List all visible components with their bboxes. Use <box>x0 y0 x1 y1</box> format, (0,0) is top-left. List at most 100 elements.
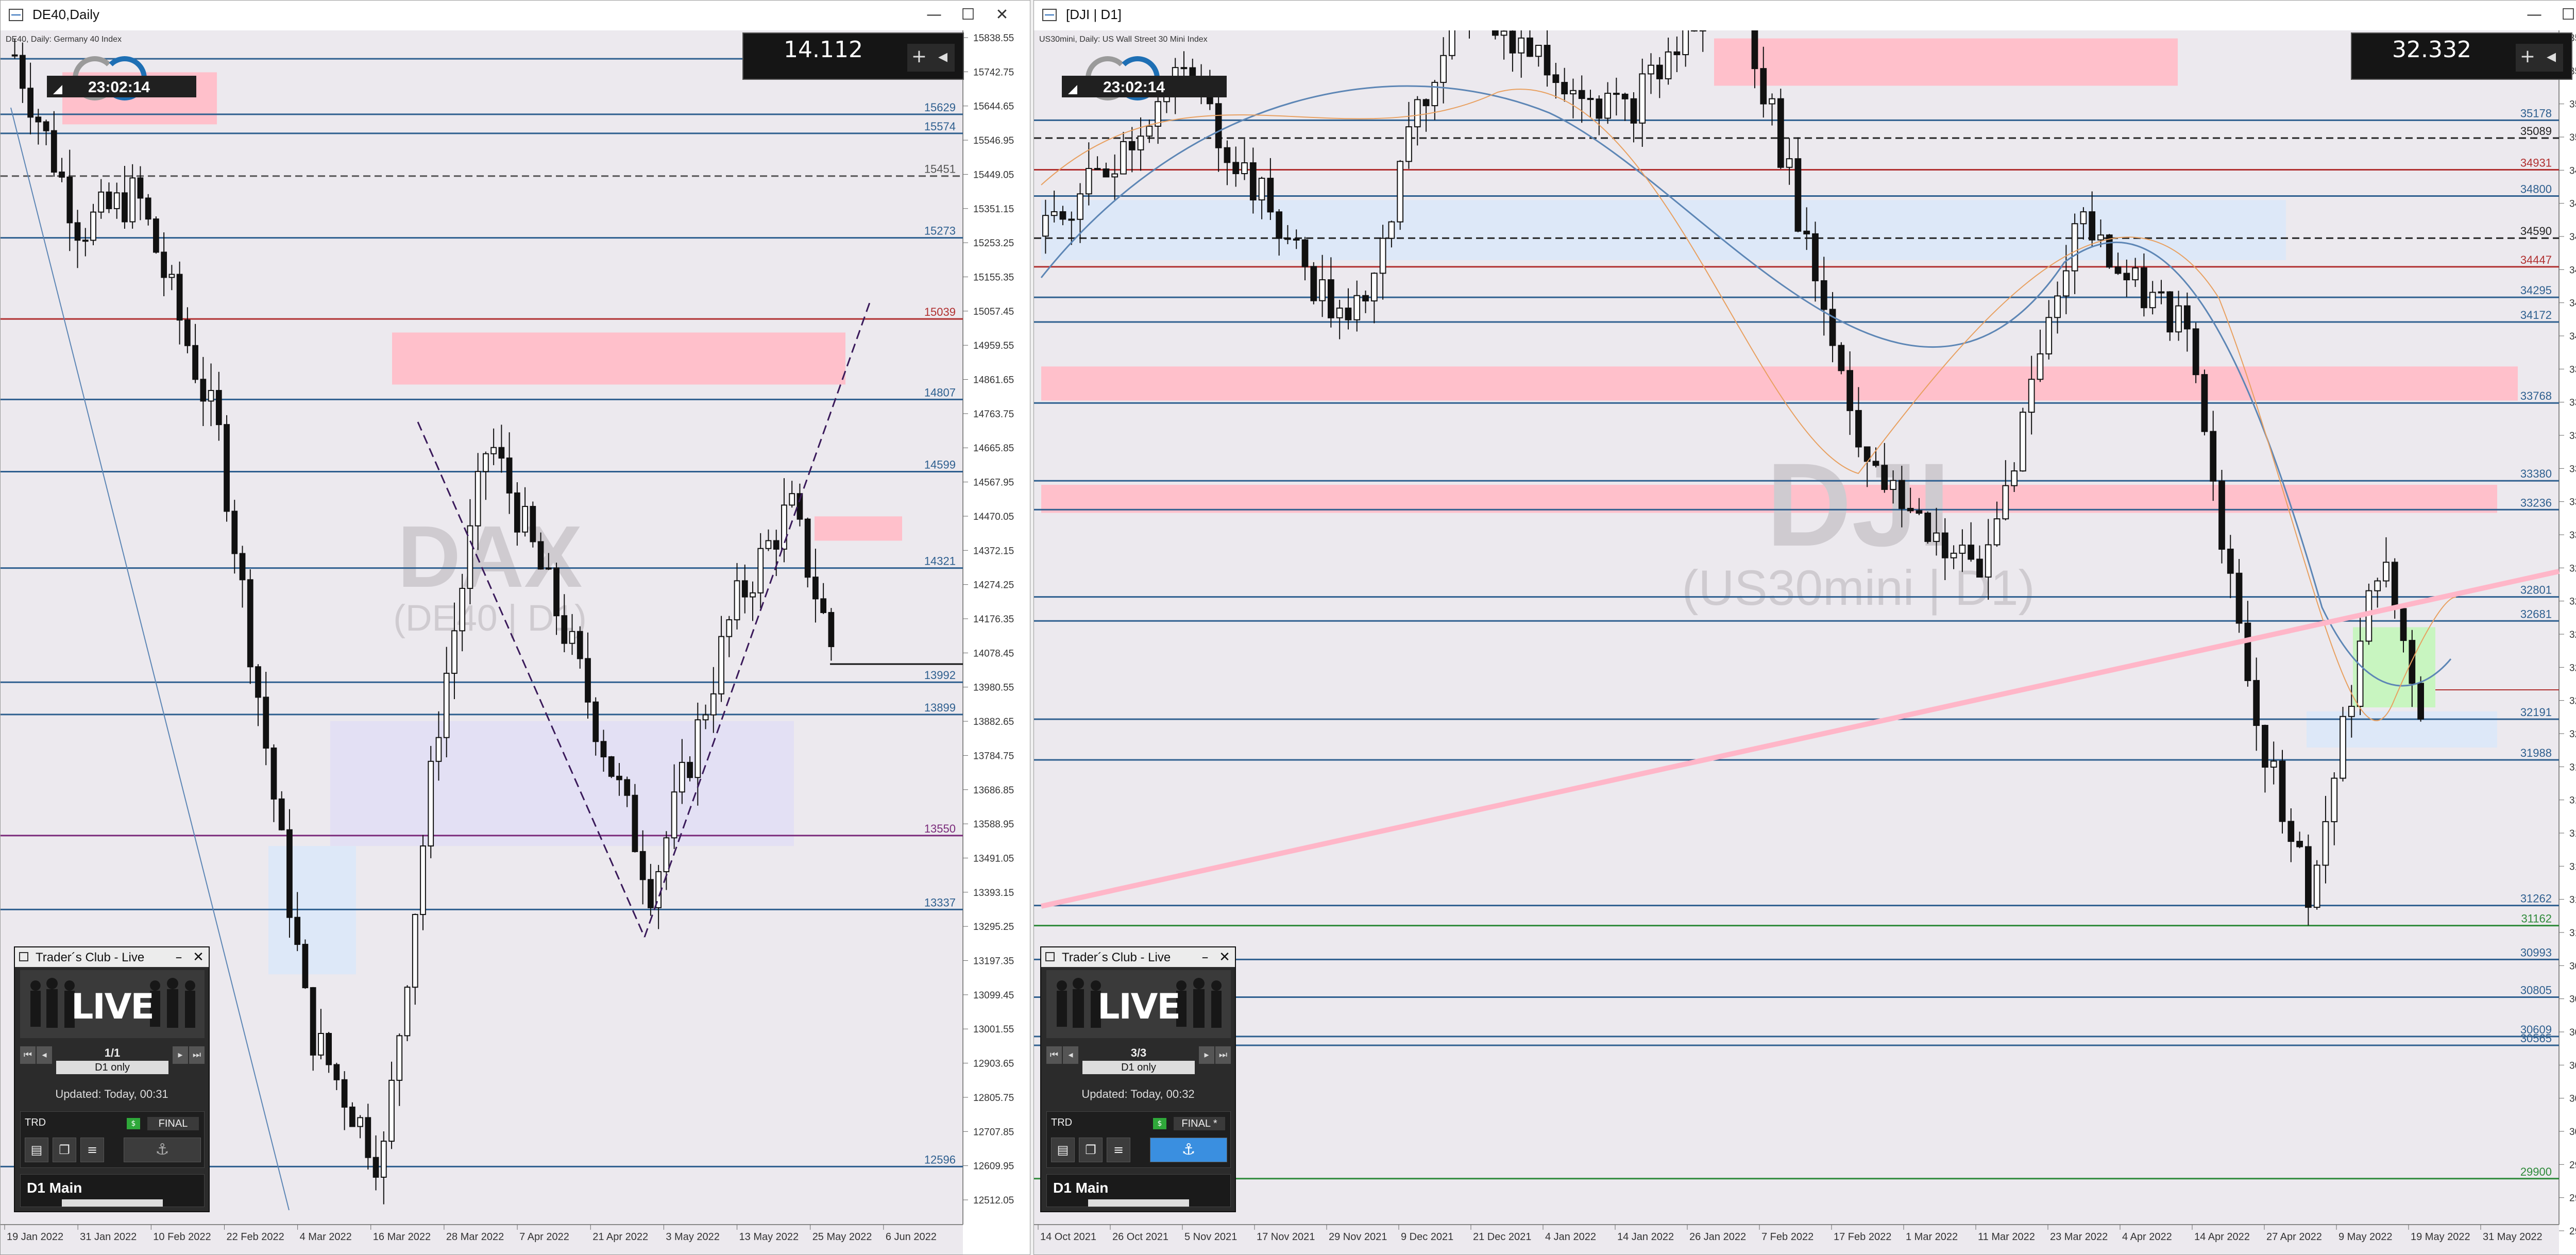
right-chart-area[interactable]: DJI (US30mini | D1) US30mini, Daily: US Wa… <box>1034 30 2576 1255</box>
panel-close-button[interactable]: ✕ <box>189 948 208 966</box>
candle-body <box>828 612 835 648</box>
filter-select[interactable]: D1 only <box>1082 1061 1195 1074</box>
candle-body <box>1527 37 1533 57</box>
date-axis-label: 10 Feb 2022 <box>153 1231 211 1243</box>
candle-body <box>2262 725 2268 768</box>
maximize-button[interactable]: ☐ <box>952 4 985 26</box>
price-axis-label: 14078.45 <box>973 648 1014 659</box>
last-page-button[interactable]: ⏭ <box>189 1046 205 1064</box>
filter-select[interactable]: D1 only <box>56 1061 168 1074</box>
left-counter-plus-button[interactable]: + <box>907 44 931 72</box>
date-axis-label: 21 Dec 2021 <box>1473 1231 1531 1243</box>
section-title: D1 Main <box>1053 1180 1109 1196</box>
candle-body <box>2071 223 2078 272</box>
level-label-32681: 32681 <box>2520 607 2552 620</box>
page-count: 3/3 <box>1130 1046 1147 1059</box>
candle-body <box>2158 291 2165 294</box>
candle-body <box>2011 470 2018 486</box>
candle-body <box>1760 68 1767 105</box>
candle-body <box>648 879 654 908</box>
date-axis-label: 25 May 2022 <box>812 1231 872 1243</box>
candle-body <box>820 598 827 613</box>
candle-body <box>2304 846 2312 908</box>
date-axis-label: 4 Mar 2022 <box>300 1231 352 1243</box>
section-header[interactable]: D1 Main <box>1046 1174 1231 1207</box>
document-icon[interactable]: ▤ <box>25 1138 48 1162</box>
right-traders-club-panel[interactable]: Trader´s Club - Live – ✕ LIVE ⏮ ◂ 3/3 D1 <box>1040 946 1236 1212</box>
left-chart-window[interactable]: DE40,Daily — ☐ ✕ DAX (DE40 | D1) DE40, Dai… <box>0 0 1030 1255</box>
candle-body <box>765 540 772 549</box>
panel-titlebar[interactable]: Trader´s Club - Live – ✕ <box>15 947 209 967</box>
candle-body <box>1552 74 1560 83</box>
next-page-button[interactable]: ▸ <box>173 1046 188 1064</box>
candle-body <box>1050 211 1058 216</box>
price-axis-label: 12903.65 <box>973 1059 1014 1070</box>
first-page-button[interactable]: ⏮ <box>20 1046 36 1064</box>
last-page-button[interactable]: ⏭ <box>1215 1046 1231 1064</box>
windows-icon[interactable]: ❐ <box>53 1138 76 1162</box>
price-axis-label: 15546.95 <box>973 135 1014 146</box>
candle-body <box>2331 777 2338 822</box>
candle-body <box>1500 30 1507 36</box>
level-label-13992: 13992 <box>924 669 956 682</box>
candle-body <box>1068 218 1075 221</box>
zone-3 <box>330 721 794 846</box>
candle-body <box>1180 67 1188 70</box>
price-axis-label: 15253.25 <box>973 238 1014 249</box>
candle-body <box>1803 230 1810 234</box>
right-counter-arrow-button[interactable]: ◂ <box>2539 44 2563 72</box>
dji-chart[interactable]: DJI(US30mini | D1)US30mini, Daily: US Wa… <box>1034 30 2576 1255</box>
anchor-icon[interactable]: ⚓ <box>1150 1138 1227 1162</box>
prev-page-button[interactable]: ◂ <box>37 1046 52 1064</box>
candle-body <box>2210 431 2217 482</box>
right-chart-window[interactable]: [DJI | D1] — ☐ ✕ DJI(US30mini | D1)US30m… <box>1033 0 2576 1255</box>
candle-body <box>679 761 685 793</box>
prev-page-button[interactable]: ◂ <box>1063 1046 1078 1064</box>
candle-body <box>2141 267 2147 309</box>
first-page-button[interactable]: ⏮ <box>1046 1046 1062 1064</box>
candle-body <box>639 851 646 880</box>
section-header[interactable]: D1 Main <box>20 1174 205 1207</box>
left-counter-arrow-button[interactable]: ◂ <box>931 44 955 72</box>
minimize-button[interactable]: — <box>2518 4 2551 26</box>
candle-body <box>1120 141 1127 175</box>
candle-body <box>741 580 748 598</box>
candle-body <box>577 631 583 659</box>
candle-body <box>1146 125 1153 137</box>
database-icon[interactable]: ≡ <box>80 1138 104 1162</box>
minimize-button[interactable]: — <box>918 4 951 26</box>
right-titlebar[interactable]: [DJI | D1] — ☐ ✕ <box>1034 1 2576 31</box>
candle-body <box>1128 141 1136 150</box>
right-counter-plus-button[interactable]: + <box>2516 44 2539 72</box>
zone-2 <box>1041 366 2518 401</box>
left-clock-text: 23:02:14 <box>88 79 150 96</box>
price-axis-label: 12609.95 <box>973 1161 1014 1172</box>
candle-body <box>616 775 622 781</box>
level-label-14321: 14321 <box>924 555 956 568</box>
candle-body <box>1907 507 1914 512</box>
panel-minimize-button[interactable]: – <box>170 948 188 966</box>
panel-close-button[interactable]: ✕ <box>1215 948 1234 966</box>
panel-titlebar[interactable]: Trader´s Club - Live – ✕ <box>1041 947 1235 967</box>
left-traders-club-panel[interactable]: Trader´s Club - Live – ✕ LIVE ⏮ ◂ 1/1 D1 <box>14 946 210 1212</box>
database-icon[interactable]: ≡ <box>1107 1138 1130 1162</box>
candle-body <box>215 389 222 426</box>
next-page-button[interactable]: ▸ <box>1199 1046 1214 1064</box>
panel-pager: ⏮ ◂ 1/1 D1 only ▸ ⏭ <box>20 1042 205 1080</box>
candle-body <box>2201 374 2208 432</box>
candle-body <box>341 1079 348 1108</box>
candle-body <box>2227 548 2234 574</box>
left-titlebar[interactable]: DE40,Daily — ☐ ✕ <box>1 1 1030 31</box>
candle-body <box>1111 173 1118 178</box>
maximize-button[interactable]: ☐ <box>2552 4 2576 26</box>
close-button[interactable]: ✕ <box>986 4 1019 26</box>
anchor-icon[interactable]: ⚓ <box>124 1138 201 1162</box>
windows-icon[interactable]: ❐ <box>1079 1138 1103 1162</box>
candle-body <box>1673 51 1681 56</box>
section-scroll-handle[interactable] <box>62 1199 163 1207</box>
panel-minimize-button[interactable]: – <box>1196 948 1214 966</box>
price-axis-label: 12805.75 <box>973 1093 1014 1104</box>
candle-body <box>1414 99 1421 128</box>
section-scroll-handle[interactable] <box>1088 1199 1189 1207</box>
document-icon[interactable]: ▤ <box>1051 1138 1075 1162</box>
